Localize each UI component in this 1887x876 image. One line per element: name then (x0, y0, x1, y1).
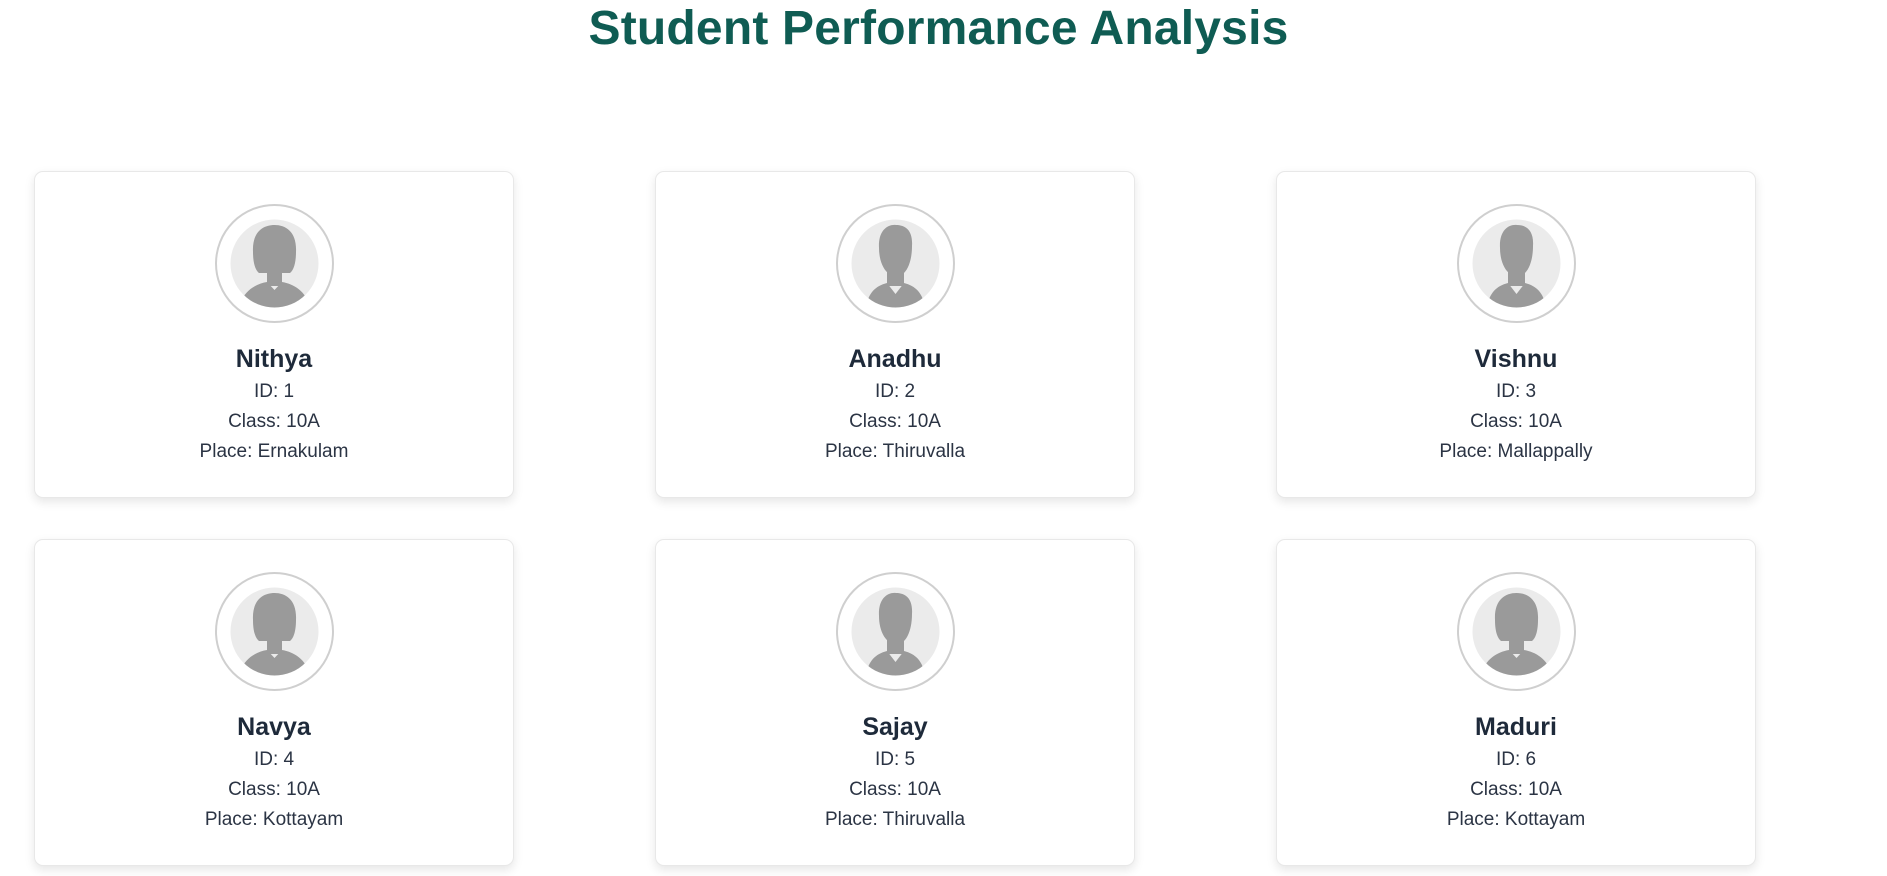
student-class: Class: 10A (228, 411, 320, 432)
student-card[interactable]: Vishnu ID: 3 Class: 10A Place: Mallappal… (1276, 171, 1756, 498)
student-name: Nithya (235, 345, 313, 373)
student-card-grid: Nithya ID: 1 Class: 10A Place: Ernakulam… (34, 171, 1756, 866)
student-name: Anadhu (848, 345, 942, 373)
student-card[interactable]: Nithya ID: 1 Class: 10A Place: Ernakulam (34, 171, 514, 498)
student-id: ID: 3 (1495, 381, 1537, 402)
page-title: Student Performance Analysis (588, 2, 1289, 55)
student-card[interactable]: Navya ID: 4 Class: 10A Place: Kottayam (34, 539, 514, 866)
female-avatar-icon (1456, 572, 1576, 691)
student-card[interactable]: Anadhu ID: 2 Class: 10A Place: Thiruvall… (655, 171, 1135, 498)
student-card[interactable]: Maduri ID: 6 Class: 10A Place: Kottayam (1276, 539, 1756, 866)
student-class: Class: 10A (849, 779, 941, 800)
student-place: Place: Thiruvalla (824, 441, 966, 462)
student-card[interactable]: Sajay ID: 5 Class: 10A Place: Thiruvalla (655, 539, 1135, 866)
student-id: ID: 5 (874, 749, 916, 770)
student-place: Place: Kottayam (204, 809, 344, 830)
student-id: ID: 6 (1495, 749, 1537, 770)
female-avatar-icon (214, 204, 334, 323)
student-name: Sajay (862, 713, 928, 741)
male-avatar-icon (1456, 204, 1576, 323)
student-id: ID: 4 (253, 749, 295, 770)
student-id: ID: 1 (253, 381, 295, 402)
student-name: Navya (237, 713, 311, 741)
student-class: Class: 10A (1470, 411, 1562, 432)
student-place: Place: Thiruvalla (824, 809, 966, 830)
student-class: Class: 10A (849, 411, 941, 432)
student-class: Class: 10A (228, 779, 320, 800)
male-avatar-icon (835, 204, 955, 323)
student-place: Place: Ernakulam (199, 441, 349, 462)
female-avatar-icon (214, 572, 334, 691)
student-place: Place: Kottayam (1446, 809, 1586, 830)
student-name: Vishnu (1474, 345, 1558, 373)
page: Student Performance Analysis Nithya ID: … (0, 0, 1887, 876)
student-class: Class: 10A (1470, 779, 1562, 800)
student-place: Place: Mallappally (1439, 441, 1593, 462)
student-id: ID: 2 (874, 381, 916, 402)
student-name: Maduri (1475, 713, 1557, 741)
male-avatar-icon (835, 572, 955, 691)
